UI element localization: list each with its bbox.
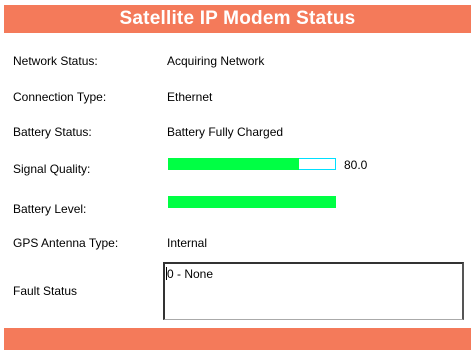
battery-status-value: Battery Fully Charged <box>167 125 284 139</box>
gps-antenna-type-label: GPS Antenna Type: <box>13 236 119 250</box>
gps-antenna-type-value: Internal <box>167 236 208 250</box>
footer-bar <box>4 328 471 350</box>
signal-quality-bar <box>168 158 336 170</box>
network-status-value: Acquiring Network <box>167 54 265 68</box>
battery-level-bar-fill <box>168 196 336 208</box>
page-title: Satellite IP Modem Status <box>119 8 356 29</box>
signal-quality-bar-fill <box>168 158 300 170</box>
fault-status-label: Fault Status <box>13 284 78 298</box>
connection-type-value: Ethernet <box>167 90 213 104</box>
battery-level-label: Battery Level: <box>13 202 87 216</box>
title-bar: Satellite IP Modem Status <box>4 5 471 33</box>
signal-quality-value: 80.0 <box>344 158 368 172</box>
fault-status-text: 0 - None <box>167 267 214 281</box>
connection-type-label: Connection Type: <box>13 90 107 104</box>
battery-status-label: Battery Status: <box>13 125 92 139</box>
network-status-label: Network Status: <box>13 54 98 68</box>
fault-status-textarea[interactable]: 0 - None <box>163 262 464 320</box>
battery-level-bar <box>168 196 336 208</box>
signal-quality-label: Signal Quality: <box>13 162 91 176</box>
